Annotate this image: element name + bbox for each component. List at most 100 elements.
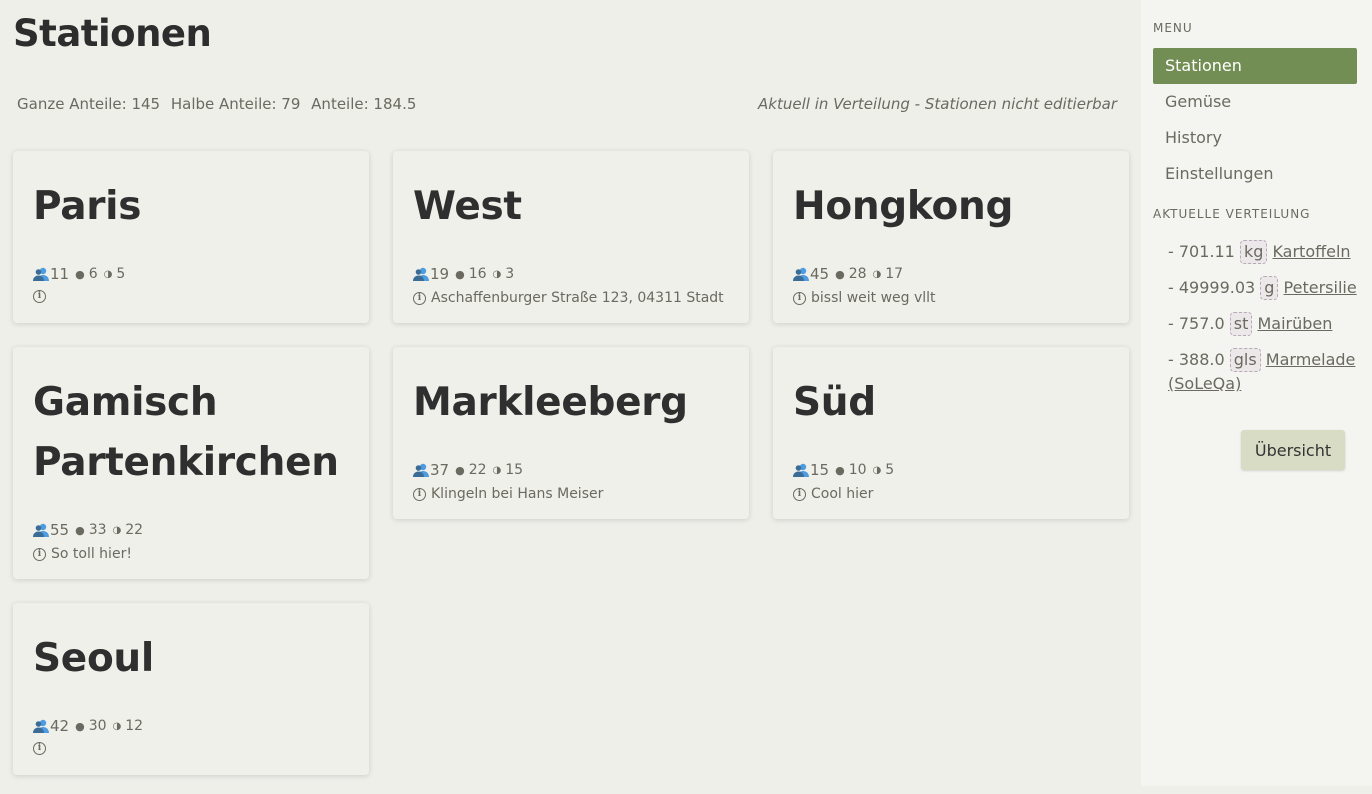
full-share-icon: ● <box>75 523 85 537</box>
total-shares: Anteile: 184.5 <box>311 95 417 113</box>
station-card-paris[interactable]: Paris 11 ● 6 ◑ 5 i <box>13 151 369 323</box>
station-total: 15 <box>810 461 830 479</box>
station-stats: 55 ● 33 ◑ 22 <box>33 521 349 539</box>
station-card-seoul[interactable]: Seoul 42 ● 30 ◑ 12 i <box>13 603 369 775</box>
info-icon: i <box>793 291 806 305</box>
station-card-west[interactable]: West 19 ● 16 ◑ 3 i Aschaffenburger Straß… <box>393 151 749 323</box>
station-stats: 19 ● 16 ◑ 3 <box>413 265 729 283</box>
sidebar-item-einstellungen[interactable]: Einstellungen <box>1153 156 1357 192</box>
people-icon <box>793 267 809 281</box>
sidebar: MENU Stationen Gemüse History Einstellun… <box>1141 0 1372 786</box>
distribution-item: - 701.11 kg Kartoffeln <box>1168 240 1363 264</box>
full-share-icon: ● <box>455 463 465 477</box>
sidebar-item-stationen[interactable]: Stationen <box>1153 48 1357 84</box>
share-summary: Ganze Anteile: 145 Halbe Anteile: 79 Ant… <box>17 95 422 113</box>
station-half: 5 <box>885 462 895 478</box>
half-share-icon: ◑ <box>872 464 882 476</box>
vegetable-link[interactable]: Kartoffeln <box>1272 242 1350 261</box>
station-full: 10 <box>848 462 867 478</box>
station-half: 5 <box>116 266 126 282</box>
full-share-icon: ● <box>75 267 85 281</box>
half-share-icon: ◑ <box>492 464 502 476</box>
station-half: 12 <box>125 718 144 734</box>
station-stats: 37 ● 22 ◑ 15 <box>413 461 729 479</box>
station-half: 17 <box>885 266 904 282</box>
station-total: 55 <box>50 521 70 539</box>
station-card-gamisch-partenkirchen[interactable]: Gamisch Partenkirchen 55 ● 33 ◑ 22 i So … <box>13 347 369 579</box>
station-full: 28 <box>848 266 867 282</box>
distribution-item: - 388.0 gls Marmelade (SoLeQa) <box>1168 348 1363 396</box>
distribution-amount: - 701.11 <box>1168 242 1235 261</box>
station-card-hongkong[interactable]: Hongkong 45 ● 28 ◑ 17 i bissl weit weg v… <box>773 151 1129 323</box>
distribution-unit: gls <box>1229 348 1261 372</box>
station-full: 6 <box>88 266 98 282</box>
station-stats: 15 ● 10 ◑ 5 <box>793 461 1109 479</box>
people-icon <box>413 267 429 281</box>
people-icon <box>793 463 809 477</box>
station-full: 33 <box>88 522 107 538</box>
distribution-amount: - 388.0 <box>1168 350 1225 369</box>
distribution-label: AKTUELLE VERTEILUNG <box>1153 207 1311 221</box>
station-info-text: Aschaffenburger Straße 123, 04311 Stadt <box>431 290 724 306</box>
station-total: 45 <box>810 265 830 283</box>
distribution-item: - 49999.03 g Petersilie <box>1168 276 1363 300</box>
station-half: 3 <box>505 266 515 282</box>
station-name: Hongkong <box>793 184 1014 229</box>
distribution-item: - 757.0 st Mairüben <box>1168 312 1363 336</box>
vegetable-link[interactable]: Petersilie <box>1284 278 1357 297</box>
full-shares: Ganze Anteile: 145 <box>17 95 161 113</box>
half-share-icon: ◑ <box>112 720 122 732</box>
full-share-icon: ● <box>75 719 85 733</box>
full-share-icon: ● <box>455 267 465 281</box>
station-total: 42 <box>50 717 70 735</box>
distribution-amount: - 49999.03 <box>1168 278 1256 297</box>
station-stats: 42 ● 30 ◑ 12 <box>33 717 349 735</box>
station-total: 19 <box>430 265 450 283</box>
station-info-text: bissl weit weg vllt <box>811 290 936 306</box>
station-info: i Klingeln bei Hans Meiser <box>413 486 729 502</box>
station-stats: 45 ● 28 ◑ 17 <box>793 265 1109 283</box>
menu-label: MENU <box>1153 21 1193 35</box>
overview-button[interactable]: Übersicht <box>1241 430 1345 470</box>
half-share-icon: ◑ <box>103 268 113 280</box>
people-icon <box>33 719 49 733</box>
distribution-unit: kg <box>1239 240 1268 264</box>
distribution-notice: Aktuell in Verteilung - Stationen nicht … <box>758 95 1117 113</box>
station-card-markleeberg[interactable]: Markleeberg 37 ● 22 ◑ 15 i Klingeln bei … <box>393 347 749 519</box>
station-info: i bissl weit weg vllt <box>793 290 1109 306</box>
station-name: Paris <box>33 184 142 229</box>
half-share-icon: ◑ <box>112 524 122 536</box>
vegetable-link[interactable]: Mairüben <box>1257 314 1332 333</box>
half-share-icon: ◑ <box>492 268 502 280</box>
people-icon <box>33 523 49 537</box>
station-info-text: So toll hier! <box>51 546 132 562</box>
info-icon: i <box>33 290 46 303</box>
station-name: Gamisch Partenkirchen <box>33 380 339 485</box>
station-info-text: Klingeln bei Hans Meiser <box>431 486 604 502</box>
station-name: Süd <box>793 380 876 425</box>
info-icon: i <box>33 742 46 755</box>
station-info: i <box>33 742 349 755</box>
distribution-unit: g <box>1260 276 1279 300</box>
station-total: 37 <box>430 461 450 479</box>
station-info: i So toll hier! <box>33 546 349 562</box>
half-share-icon: ◑ <box>872 268 882 280</box>
station-name: Markleeberg <box>413 380 688 425</box>
sidebar-item-history[interactable]: History <box>1153 120 1357 156</box>
info-icon: i <box>33 547 46 561</box>
station-name: Seoul <box>33 636 154 681</box>
info-icon: i <box>413 487 426 501</box>
station-name: West <box>413 184 522 229</box>
full-share-icon: ● <box>835 267 845 281</box>
sidebar-item-gemuese[interactable]: Gemüse <box>1153 84 1357 120</box>
station-info: i Aschaffenburger Straße 123, 04311 Stad… <box>413 290 729 306</box>
distribution-unit: st <box>1229 312 1253 336</box>
station-full: 30 <box>88 718 107 734</box>
info-icon: i <box>793 487 806 501</box>
station-info: i Cool hier <box>793 486 1109 502</box>
station-card-sued[interactable]: Süd 15 ● 10 ◑ 5 i Cool hier <box>773 347 1129 519</box>
full-share-icon: ● <box>835 463 845 477</box>
station-stats: 11 ● 6 ◑ 5 <box>33 265 349 283</box>
info-icon: i <box>413 291 426 305</box>
people-icon <box>33 267 49 281</box>
